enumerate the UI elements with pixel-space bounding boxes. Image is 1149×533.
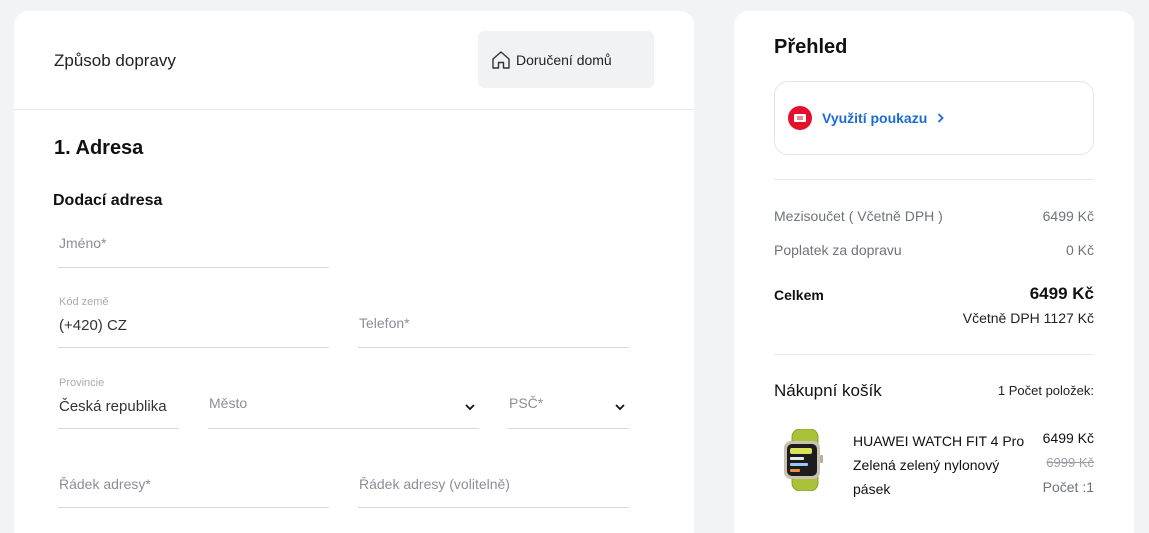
overview-title: Přehled	[774, 36, 848, 58]
product-price: 6499 Kč	[1042, 430, 1094, 446]
home-delivery-option[interactable]: Doručení domů	[478, 31, 654, 88]
chevron-down-icon	[615, 398, 625, 414]
checkout-form-card: Způsob dopravy Doručení domů 1. Adresa D…	[14, 11, 694, 533]
chevron-right-icon	[937, 110, 945, 126]
product-name[interactable]: HUAWEI WATCH FIT 4 Pro Zelená zelený nyl…	[853, 429, 1039, 501]
province-select[interactable]: Provincie Česká republika	[58, 372, 179, 429]
home-icon	[490, 49, 512, 71]
voucher-button[interactable]: Využití poukazu	[774, 81, 1094, 155]
order-overview-card: Přehled Využití poukazu Mezisoučet ( Vče…	[734, 11, 1134, 533]
country-code-label: Kód země	[59, 296, 109, 308]
city-select[interactable]: Město	[208, 388, 479, 429]
voucher-label: Využití poukazu	[822, 110, 928, 126]
shipping-fee-value: 0 Kč	[1065, 242, 1094, 258]
name-placeholder: Jméno*	[59, 235, 107, 251]
address-line-optional-placeholder: Řádek adresy (volitelně)	[359, 476, 510, 492]
delivery-address-subtitle: Dodací adresa	[53, 192, 163, 209]
vat-value: Včetně DPH 1127 Kč	[962, 310, 1094, 326]
country-code-value: (+420) CZ	[59, 317, 127, 334]
product-old-price: 6999 Kč	[1046, 455, 1094, 470]
shipping-fee-label: Poplatek za dopravu	[774, 242, 902, 258]
name-field[interactable]: Jméno*	[58, 227, 329, 268]
subtotal-label: Mezisoučet ( Včetně DPH )	[774, 208, 943, 224]
shipping-method-row: Způsob dopravy Doručení domů	[14, 11, 694, 110]
city-placeholder: Město	[209, 395, 248, 411]
phone-field[interactable]: Telefon*	[358, 307, 629, 348]
province-label: Provincie	[59, 377, 105, 389]
chevron-down-icon	[465, 398, 475, 414]
address-line-placeholder: Řádek adresy*	[59, 476, 151, 492]
address-section-title: 1. Adresa	[54, 137, 144, 159]
home-delivery-label: Doručení domů	[516, 51, 612, 68]
province-value: Česká republika	[59, 398, 167, 415]
zip-placeholder: PSČ*	[509, 395, 544, 411]
zip-select[interactable]: PSČ*	[508, 388, 629, 429]
phone-placeholder: Telefon*	[359, 315, 410, 331]
product-image	[774, 428, 834, 492]
shipping-method-title: Způsob dopravy	[54, 51, 176, 70]
total-label: Celkem	[774, 287, 824, 303]
cart-title: Nákupní košík	[774, 381, 882, 400]
product-quantity: Počet :1	[1042, 479, 1094, 495]
address-line-field[interactable]: Řádek adresy*	[58, 467, 329, 508]
divider	[774, 179, 1094, 180]
voucher-icon	[788, 106, 812, 130]
address-line-optional-field[interactable]: Řádek adresy (volitelně)	[358, 467, 629, 508]
cart-item-count: 1 Počet položek:	[997, 383, 1094, 398]
divider	[774, 354, 1094, 355]
subtotal-value: 6499 Kč	[1042, 208, 1094, 224]
country-code-select[interactable]: Kód země (+420) CZ	[58, 291, 329, 348]
total-value: 6499 Kč	[1029, 284, 1094, 303]
